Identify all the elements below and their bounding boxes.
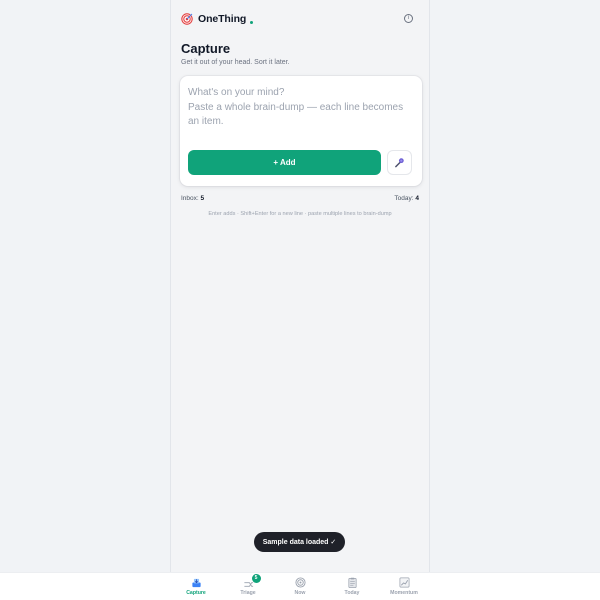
brand-name: OneThing: [198, 13, 247, 25]
chart-up-icon: [399, 577, 409, 588]
capture-card: + Add: [180, 76, 422, 186]
tab-today[interactable]: Today: [326, 573, 378, 600]
tab-label: Triage: [240, 590, 256, 596]
brand-dot: [250, 20, 254, 24]
microphone-icon: [395, 158, 404, 168]
inbox-count: Inbox: 5: [181, 195, 205, 202]
tab-label: Today: [344, 590, 360, 596]
page-title: Capture: [181, 41, 231, 56]
today-count: Today: 4: [394, 195, 419, 202]
tab-capture[interactable]: Capture: [170, 573, 222, 600]
inbox-tray-icon: [191, 578, 201, 588]
tab-label: Momentum: [390, 590, 418, 596]
triage-badge: 5: [251, 574, 261, 583]
tab-momentum[interactable]: Momentum: [378, 573, 430, 600]
add-button[interactable]: + Add: [188, 150, 381, 175]
keyboard-hint: Enter adds · Shift+Enter for a new line …: [208, 211, 392, 217]
counts-row: Inbox: 5 Today: 4: [181, 195, 419, 202]
tab-label: Now: [294, 590, 306, 596]
shuffle-icon: 5: [243, 574, 261, 588]
target-logo-icon: [181, 13, 193, 25]
capture-input[interactable]: [188, 86, 414, 142]
bottom-tab-bar: Capture 5 Triage Now Today Momentum: [0, 572, 600, 600]
toast-notification: Sample data loaded ✓: [254, 532, 345, 552]
app-panel: OneThing i Capture Get it out of your he…: [170, 0, 430, 572]
app-header: OneThing i: [181, 11, 419, 27]
tab-triage[interactable]: 5 Triage: [222, 573, 274, 600]
info-circle-icon: i: [407, 15, 410, 21]
info-button[interactable]: i: [404, 14, 413, 23]
target-icon: [294, 577, 306, 588]
tab-label: Capture: [186, 590, 206, 596]
tab-now[interactable]: Now: [274, 573, 326, 600]
microphone-button[interactable]: [387, 150, 412, 175]
clipboard-icon: [347, 577, 357, 588]
page-subtitle: Get it out of your head. Sort it later.: [181, 59, 290, 66]
